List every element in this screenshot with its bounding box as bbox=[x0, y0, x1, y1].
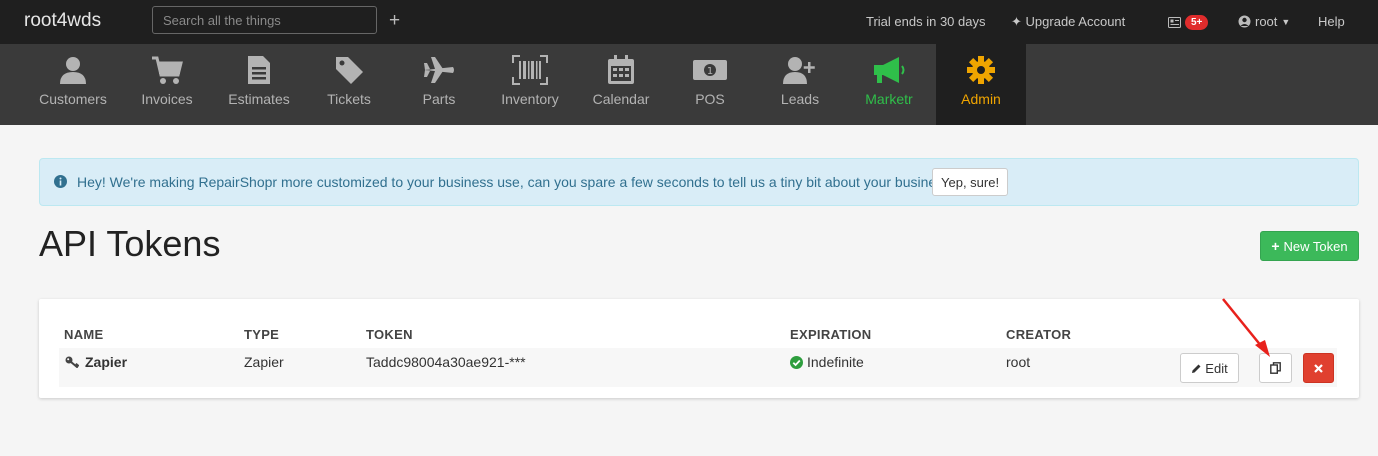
money-icon: 1 bbox=[693, 60, 727, 80]
nav-invoices[interactable]: Invoices bbox=[124, 44, 210, 125]
token-type: Zapier bbox=[244, 354, 284, 370]
top-bar: root4wds + Trial ends in 30 days ✦ Upgra… bbox=[0, 0, 1378, 44]
nav-parts[interactable]: Parts bbox=[396, 44, 482, 125]
close-icon bbox=[1314, 363, 1323, 373]
copy-icon bbox=[1270, 362, 1281, 374]
user-name: root bbox=[1255, 14, 1278, 29]
calendar-icon bbox=[608, 55, 634, 84]
tokens-table: NAME TYPE TOKEN EXPIRATION CREATOR Zapie… bbox=[39, 299, 1359, 398]
nav-label: Leads bbox=[780, 91, 820, 107]
nav-label: Marketr bbox=[865, 91, 913, 107]
barcode-icon bbox=[512, 55, 548, 85]
notifications-button[interactable]: 5+ bbox=[1168, 13, 1209, 31]
edit-label: Edit bbox=[1205, 360, 1228, 376]
column-header-expiration: EXPIRATION bbox=[790, 327, 872, 342]
info-alert: Hey! We're making RepairShopr more custo… bbox=[39, 158, 1359, 206]
cart-icon bbox=[152, 56, 183, 84]
alert-message: Hey! We're making RepairShopr more custo… bbox=[77, 174, 958, 190]
brand-name[interactable]: root4wds bbox=[24, 10, 101, 32]
nav-label: Inventory bbox=[501, 91, 559, 107]
info-icon bbox=[54, 175, 67, 188]
nav-admin[interactable]: Admin bbox=[936, 44, 1026, 125]
nav-label: Admin bbox=[961, 91, 1001, 107]
svg-text:1: 1 bbox=[707, 66, 713, 77]
main-nav: Customers Invoices Estimates Tickets Par… bbox=[0, 44, 1378, 125]
user-plus-icon bbox=[783, 57, 815, 84]
new-token-label: New Token bbox=[1283, 238, 1348, 254]
nav-pos[interactable]: 1 POS bbox=[667, 44, 753, 125]
nav-label: Parts bbox=[422, 91, 456, 107]
newspaper-icon bbox=[1168, 16, 1181, 28]
sparkle-icon: ✦ bbox=[1011, 14, 1022, 29]
column-header-creator: CREATOR bbox=[1006, 327, 1072, 342]
token-creator: root bbox=[1006, 354, 1031, 370]
token-name-cell: Zapier bbox=[65, 354, 127, 370]
search-input[interactable] bbox=[152, 6, 377, 34]
token-expiration-cell: Indefinite bbox=[790, 354, 864, 370]
trial-notice: Trial ends in 30 days bbox=[866, 14, 986, 29]
key-icon bbox=[65, 356, 79, 368]
new-token-button[interactable]: + New Token bbox=[1260, 231, 1359, 261]
column-header-type: TYPE bbox=[244, 327, 280, 342]
caret-down-icon: ▼ bbox=[1281, 16, 1291, 27]
nav-leads[interactable]: Leads bbox=[757, 44, 843, 125]
nav-customers[interactable]: Customers bbox=[27, 44, 119, 125]
user-menu[interactable]: root ▼ bbox=[1238, 14, 1290, 29]
user-icon bbox=[60, 57, 86, 84]
add-icon[interactable]: + bbox=[389, 10, 400, 32]
document-icon bbox=[248, 56, 270, 84]
token-expiration: Indefinite bbox=[807, 354, 864, 370]
tag-icon bbox=[336, 57, 363, 84]
delete-button[interactable] bbox=[1303, 353, 1334, 383]
nav-inventory[interactable]: Inventory bbox=[487, 44, 573, 125]
annotation-arrow-icon bbox=[1222, 298, 1270, 357]
help-link[interactable]: Help bbox=[1318, 14, 1345, 29]
nav-label: Tickets bbox=[327, 91, 371, 107]
page-title: API Tokens bbox=[39, 223, 221, 264]
nav-marketr[interactable]: Marketr bbox=[846, 44, 932, 125]
nav-estimates[interactable]: Estimates bbox=[216, 44, 302, 125]
nav-label: Customers bbox=[39, 91, 107, 107]
nav-calendar[interactable]: Calendar bbox=[578, 44, 664, 125]
nav-label: Estimates bbox=[228, 91, 290, 107]
column-header-name: NAME bbox=[64, 327, 104, 342]
nav-label: Calendar bbox=[592, 91, 650, 107]
nav-label: POS bbox=[695, 91, 725, 107]
check-circle-icon bbox=[790, 355, 803, 369]
upgrade-account-link[interactable]: ✦ Upgrade Account bbox=[1011, 14, 1125, 30]
upgrade-account-label: Upgrade Account bbox=[1025, 14, 1126, 29]
nav-label: Invoices bbox=[141, 91, 193, 107]
gear-icon bbox=[967, 56, 995, 84]
user-circle-icon bbox=[1238, 15, 1251, 28]
plane-icon bbox=[424, 57, 454, 83]
token-value: Taddc98004a30ae921-*** bbox=[366, 354, 526, 370]
column-header-token: TOKEN bbox=[366, 327, 413, 342]
nav-tickets[interactable]: Tickets bbox=[306, 44, 392, 125]
pencil-icon bbox=[1192, 364, 1201, 373]
token-name: Zapier bbox=[85, 354, 128, 370]
yep-sure-button[interactable]: Yep, sure! bbox=[932, 168, 1009, 196]
notification-count-badge: 5+ bbox=[1185, 14, 1209, 30]
megaphone-icon bbox=[874, 57, 905, 83]
plus-icon: + bbox=[1271, 238, 1280, 254]
